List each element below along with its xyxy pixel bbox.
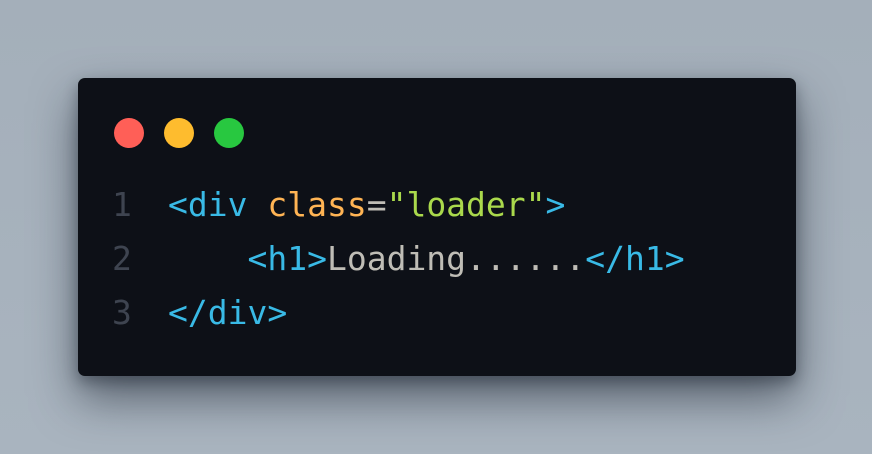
code-token-tag: > (545, 185, 566, 224)
close-dot-icon[interactable] (114, 118, 144, 148)
window-controls (114, 118, 244, 148)
line-number: 1 (112, 185, 132, 224)
code-token-attr: class (267, 185, 367, 224)
code-token-text: = (366, 185, 387, 224)
line-source: </div> (168, 286, 287, 340)
code-token-tag: </h1> (585, 239, 685, 278)
code-token-tag: <h1> (247, 239, 327, 278)
code-line: 2 <h1>Loading......</h1> (112, 232, 772, 286)
code-token-text: Loading...... (326, 239, 586, 278)
maximize-dot-icon[interactable] (214, 118, 244, 148)
line-source: <div class="loader"> (168, 178, 565, 232)
code-line: 3 </div> (112, 286, 772, 340)
code-block: 1 <div class="loader"> 2 <h1>Loading....… (112, 178, 772, 340)
code-token-tag: <div (168, 185, 248, 224)
line-number: 2 (112, 239, 132, 278)
minimize-dot-icon[interactable] (164, 118, 194, 148)
code-token-tag: </div> (168, 293, 288, 332)
code-window: 1 <div class="loader"> 2 <h1>Loading....… (78, 78, 796, 376)
line-number: 3 (112, 293, 132, 332)
line-source: <h1>Loading......</h1> (168, 232, 685, 286)
code-line: 1 <div class="loader"> (112, 178, 772, 232)
code-token-string: "loader" (386, 185, 546, 224)
